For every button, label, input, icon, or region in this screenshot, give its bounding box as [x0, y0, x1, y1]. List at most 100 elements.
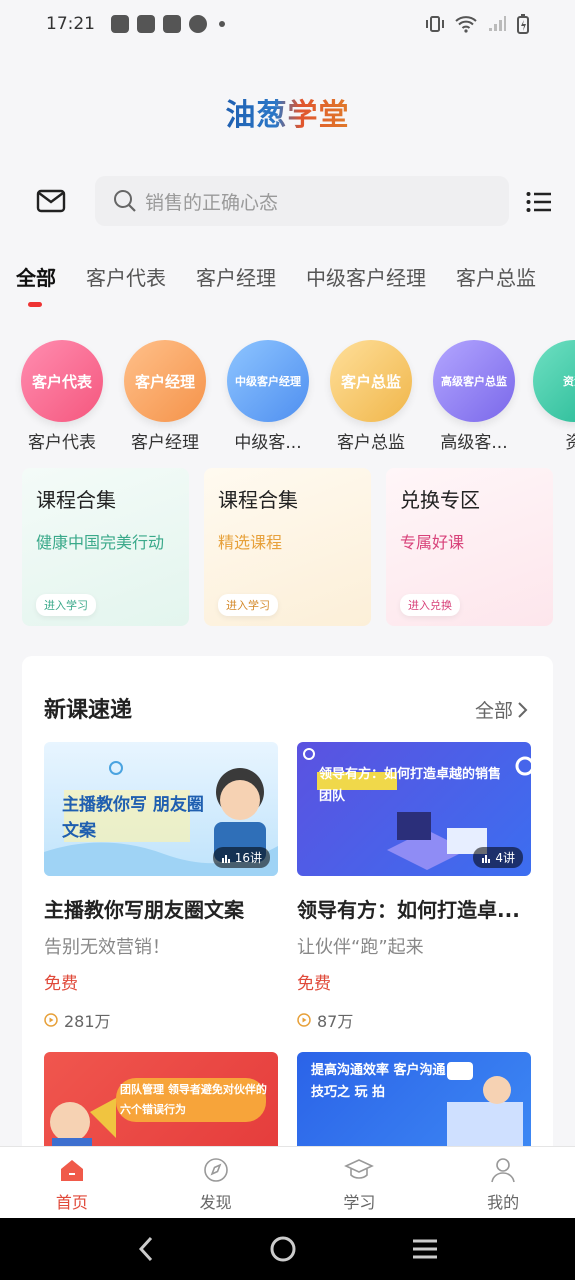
list-menu-icon[interactable]	[526, 190, 552, 214]
bar-chart-icon	[482, 854, 491, 863]
lesson-count-badge: 16讲	[212, 847, 270, 868]
notification-mail-icon	[111, 15, 129, 33]
view-all-label: 全部	[474, 700, 513, 722]
more-notifications-dot-icon	[219, 21, 225, 27]
nav-label: 发现	[199, 1193, 232, 1212]
role-item[interactable]: 资源 资	[522, 340, 575, 452]
role-item[interactable]: 客户经理 客户经理	[113, 340, 217, 452]
search-placeholder: 销售的正确心态	[145, 191, 279, 214]
tab-mid-customer-manager[interactable]: 中级客户经理	[306, 262, 426, 310]
role-label: 客户经理	[131, 433, 199, 452]
role-item[interactable]: 高级客户总监 高级客...	[422, 340, 526, 452]
course-title: 主播教你写朋友圈文案	[44, 898, 244, 922]
role-item[interactable]: 客户代表 客户代表	[10, 340, 114, 452]
promo-card-title: 兑换专区	[400, 488, 480, 512]
graduation-cap-icon	[344, 1159, 375, 1179]
enter-study-button[interactable]: 进入学习	[218, 594, 278, 616]
course-banner-text: 团队管理 领导者避免对伙伴的六个错误行为	[120, 1083, 267, 1116]
play-count-icon	[44, 1013, 58, 1027]
promo-card-title: 课程合集	[218, 488, 298, 512]
course-thumbnail: 提高沟通效率 客户沟通技巧之 玩 拍	[297, 1052, 531, 1156]
app-logo: 油葱学堂	[225, 98, 350, 133]
notification-gauge-icon	[189, 15, 207, 33]
vibrate-icon	[426, 16, 444, 32]
promo-card-selected-courses[interactable]: 课程合集 精选课程 进入学习	[204, 468, 371, 626]
compass-icon	[203, 1158, 228, 1182]
tab-all[interactable]: 全部	[16, 262, 56, 310]
nav-label: 我的	[487, 1193, 520, 1212]
role-badge: 客户总监	[330, 340, 412, 422]
tab-customer-director[interactable]: 客户总监	[456, 262, 536, 310]
course-price: 免费	[297, 974, 331, 994]
course-price: 免费	[44, 974, 78, 994]
chevron-right-icon	[518, 701, 528, 718]
role-badge: 客户代表	[21, 340, 103, 422]
role-badge: 资源	[533, 340, 575, 422]
enter-study-button[interactable]: 进入学习	[36, 594, 96, 616]
system-navigation-bar	[0, 1218, 575, 1280]
nav-label: 学习	[343, 1193, 376, 1212]
enter-exchange-button[interactable]: 进入兑换	[400, 594, 460, 616]
course-subtitle: 让伙伴“跑”起来	[297, 937, 424, 958]
search-row: 销售的正确心态	[0, 176, 575, 228]
new-courses-section: 新课速递 全部 主播教你写 朋友圈文案 16讲 主播教你写朋友圈文案 告别无效营…	[22, 656, 553, 1156]
status-bar: 17:21	[0, 0, 575, 48]
course-views: 281万	[44, 1008, 278, 1032]
signal-icon	[489, 16, 506, 31]
status-time: 17:21	[46, 14, 95, 34]
home-circle-icon[interactable]	[268, 1234, 298, 1264]
nav-home[interactable]: 首页	[0, 1147, 144, 1218]
promo-cards: 课程合集 健康中国完美行动 进入学习 课程合集 精选课程 进入学习 兑换专区 专…	[22, 468, 553, 628]
recent-apps-icon[interactable]	[411, 1237, 439, 1261]
nav-learn[interactable]: 学习	[288, 1147, 432, 1218]
role-label: 客户代表	[28, 433, 96, 452]
course-thumbnail: 团队管理 领导者避免对伙伴的六个错误行为	[44, 1052, 278, 1156]
search-input[interactable]: 销售的正确心态	[95, 176, 509, 226]
back-icon[interactable]	[136, 1235, 156, 1263]
course-banner-text: 主播教你写 朋友圈文案	[62, 795, 204, 841]
course-card[interactable]: 团队管理 领导者避免对伙伴的六个错误行为	[44, 1052, 278, 1156]
lesson-count-badge: 4讲	[473, 847, 523, 868]
promo-card-subtitle: 健康中国完美行动	[36, 533, 165, 552]
course-card[interactable]: 提高沟通效率 客户沟通技巧之 玩 拍	[297, 1052, 531, 1156]
promo-card-subtitle: 精选课程	[218, 533, 283, 552]
promo-card-subtitle: 专属好课	[400, 533, 465, 552]
role-shortcuts: 客户代表 客户代表 客户经理 客户经理 中级客户经理 中级客... 客户总监 客…	[0, 340, 575, 452]
play-count-icon	[297, 1013, 311, 1027]
course-banner-text: 领导有方：如何打造卓越的销售团队	[319, 767, 502, 804]
role-badge: 中级客户经理	[227, 340, 309, 422]
category-tabs: 全部 客户代表 客户经理 中级客户经理 客户总监	[0, 262, 575, 310]
tab-customer-rep[interactable]: 客户代表	[86, 262, 166, 310]
role-item[interactable]: 中级客户经理 中级客...	[216, 340, 320, 452]
role-label: 高级客...	[440, 433, 508, 452]
wifi-icon	[455, 16, 477, 33]
nav-discover[interactable]: 发现	[144, 1147, 288, 1218]
course-title: 领导有方：如何打造卓...	[297, 898, 520, 922]
role-item[interactable]: 客户总监 客户总监	[319, 340, 423, 452]
promo-card-course-collection[interactable]: 课程合集 健康中国完美行动 进入学习	[22, 468, 189, 626]
role-badge: 高级客户总监	[433, 340, 515, 422]
message-envelope-icon[interactable]	[36, 188, 66, 214]
bottom-navigation: 首页 发现 学习 我的	[0, 1146, 575, 1218]
role-badge: 客户经理	[124, 340, 206, 422]
nav-mine[interactable]: 我的	[431, 1147, 575, 1218]
promo-card-exchange-zone[interactable]: 兑换专区 专属好课 进入兑换	[386, 468, 553, 626]
promo-card-title: 课程合集	[36, 488, 116, 512]
role-label: 中级客...	[234, 433, 302, 452]
course-banner-text: 提高沟通效率 客户沟通技巧之 玩 拍	[311, 1063, 446, 1100]
notification-mail-icon	[163, 15, 181, 33]
bar-chart-icon	[221, 854, 230, 863]
section-title: 新课速递	[44, 698, 133, 723]
tab-customer-manager[interactable]: 客户经理	[196, 262, 276, 310]
role-label: 客户总监	[337, 433, 405, 452]
course-thumbnail: 领导有方：如何打造卓越的销售团队 4讲	[297, 742, 531, 876]
course-card[interactable]: 主播教你写 朋友圈文案 16讲 主播教你写朋友圈文案 告别无效营销！ 免费 28…	[44, 742, 278, 1032]
course-views: 87万	[297, 1008, 531, 1032]
notification-mail-icon	[137, 15, 155, 33]
course-thumbnail: 主播教你写 朋友圈文案 16讲	[44, 742, 278, 876]
view-all-link[interactable]: 全部	[475, 696, 529, 723]
nav-label: 首页	[55, 1193, 88, 1212]
home-icon	[60, 1160, 83, 1181]
course-card[interactable]: 领导有方：如何打造卓越的销售团队 4讲 领导有方：如何打造卓... 让伙伴“跑”…	[297, 742, 531, 1032]
course-subtitle: 告别无效营销！	[44, 937, 170, 958]
